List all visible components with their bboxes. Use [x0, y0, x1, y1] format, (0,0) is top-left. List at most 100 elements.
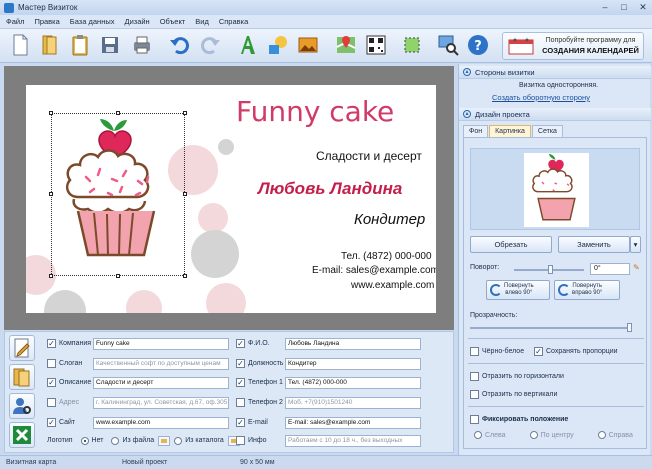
rotation-slider-thumb[interactable] [548, 265, 553, 274]
card-company[interactable]: Funny cake [236, 95, 394, 128]
company-field[interactable]: Funny cake [93, 338, 229, 350]
card-person-name[interactable]: Любовь Ландина [258, 179, 402, 199]
calendar-promo-button[interactable]: Попробуйте программу для СОЗДАНИЯ КАЛЕНД… [502, 32, 644, 60]
card-phone[interactable]: Тел. (4872) 000-000 [341, 251, 432, 262]
maximize-button[interactable]: □ [618, 1, 630, 13]
fix-left-radio[interactable] [474, 431, 482, 439]
clipboard-icon[interactable] [68, 33, 92, 57]
fullname-checkbox[interactable]: ✓ [236, 339, 245, 348]
card-email[interactable]: E-mail: sales@example.com [312, 265, 436, 276]
tab-grid[interactable]: Сетка [531, 125, 563, 137]
phone1-field[interactable]: Тел. (4872) 000-000 [285, 377, 421, 389]
map-icon[interactable] [334, 33, 358, 57]
site-checkbox[interactable]: ✓ [47, 418, 56, 427]
description-checkbox[interactable]: ✓ [47, 378, 56, 387]
email-checkbox[interactable]: ✓ [236, 418, 245, 427]
email-field[interactable]: E-mail: sales@example.com [285, 417, 421, 429]
new-document-icon[interactable] [8, 33, 32, 57]
minimize-button[interactable]: – [599, 1, 611, 13]
phone1-checkbox[interactable]: ✓ [236, 378, 245, 387]
zoom-icon[interactable] [436, 33, 460, 57]
description-field[interactable]: Сладости и десерт [93, 377, 229, 389]
fullname-field[interactable]: Любовь Ландина [285, 338, 421, 350]
card-position[interactable]: Кондитер [354, 211, 425, 228]
phone2-checkbox[interactable] [236, 398, 245, 407]
text-icon[interactable] [236, 33, 260, 57]
address-field[interactable]: г. Калининград, ул. Советская, д.67, оф.… [93, 397, 229, 409]
slogan-field[interactable]: Качественный софт по доступным ценам [93, 358, 229, 370]
position-field[interactable]: Кондитер [285, 358, 421, 370]
menu-design[interactable]: Дизайн [124, 17, 149, 26]
menu-database[interactable]: База данных [70, 17, 115, 26]
logo-file-radio[interactable] [111, 436, 120, 445]
templates-icon[interactable] [9, 364, 35, 390]
design-header[interactable]: ▴ Дизайн проекта [459, 108, 651, 121]
image-icon[interactable] [296, 33, 320, 57]
flip-vertical-checkbox[interactable] [470, 389, 479, 399]
menu-view[interactable]: Вид [195, 17, 209, 26]
redo-icon[interactable] [198, 33, 222, 57]
shapes-icon[interactable] [266, 33, 290, 57]
site-field[interactable]: www.example.com [93, 417, 229, 429]
qr-code-icon[interactable] [364, 33, 388, 57]
help-icon[interactable]: ? [466, 33, 490, 57]
cupcake-thumbnail-icon [532, 153, 576, 221]
menu-file[interactable]: Файл [6, 17, 24, 26]
menu-edit[interactable]: Правка [34, 17, 59, 26]
resize-handle[interactable] [49, 192, 53, 196]
edit-card-icon[interactable] [9, 335, 35, 361]
crop-icon[interactable] [400, 33, 424, 57]
info-field[interactable]: Работаем с 10 до 18 ч., без выходных [285, 435, 421, 447]
resize-handle[interactable] [183, 274, 187, 278]
print-icon[interactable] [130, 33, 154, 57]
rotate-right-label1: Повернуть [572, 283, 602, 289]
pencil-icon[interactable]: ✎ [633, 263, 643, 273]
company-checkbox[interactable]: ✓ [47, 339, 56, 348]
resize-handle[interactable] [49, 274, 53, 278]
slogan-checkbox[interactable] [47, 359, 56, 368]
menu-object[interactable]: Объект [160, 17, 186, 26]
logo-none-radio[interactable] [80, 436, 89, 445]
close-button[interactable]: ✕ [637, 1, 649, 13]
replace-button[interactable]: Заменить [558, 236, 630, 253]
open-folder-icon[interactable] [38, 33, 62, 57]
resize-handle[interactable] [49, 111, 53, 115]
transparency-slider[interactable] [470, 327, 632, 329]
database-icon[interactable] [9, 393, 35, 419]
resize-handle[interactable] [116, 111, 120, 115]
info-checkbox[interactable] [236, 436, 245, 445]
tab-background[interactable]: Фон [463, 125, 489, 137]
fix-center-radio[interactable] [529, 431, 538, 439]
sides-header[interactable]: ▴ Стороны визитки [459, 66, 651, 79]
business-card[interactable]: Funny cake Сладости и десерт Любовь Ланд… [26, 85, 436, 313]
collapse-icon: ▴ [463, 110, 471, 118]
sides-header-label: Стороны визитки [475, 67, 535, 77]
address-checkbox[interactable] [47, 398, 56, 407]
position-checkbox[interactable]: ✓ [236, 359, 245, 368]
logo-catalog-radio[interactable] [174, 436, 183, 445]
flip-vertical-label: Отразить по вертикали [482, 390, 558, 398]
rotate-left-button[interactable]: Повернуть влево 90° [486, 280, 550, 300]
fix-right-radio[interactable] [597, 431, 606, 439]
rotate-right-button[interactable]: Повернуть вправо 90° [554, 280, 620, 300]
keep-ratio-checkbox[interactable]: ✓ [534, 346, 543, 356]
resize-handle[interactable] [116, 274, 120, 278]
excel-icon[interactable] [9, 422, 35, 448]
transparency-slider-thumb[interactable] [627, 323, 632, 332]
card-slogan[interactable]: Сладости и десерт [316, 149, 422, 163]
fix-position-checkbox[interactable] [470, 414, 479, 424]
phone2-field[interactable]: Моб. +7(910)1501240 [285, 397, 421, 409]
rotation-input[interactable]: 0° [590, 263, 630, 275]
bw-checkbox[interactable] [470, 346, 479, 356]
resize-handle[interactable] [183, 111, 187, 115]
crop-button[interactable]: Обрезать [470, 236, 552, 253]
flip-horizontal-checkbox[interactable] [470, 371, 479, 381]
save-icon[interactable] [98, 33, 122, 57]
menu-help[interactable]: Справка [219, 17, 248, 26]
create-back-side-link[interactable]: Создать оборотную сторону [492, 93, 590, 102]
resize-handle[interactable] [183, 192, 187, 196]
undo-icon[interactable] [168, 33, 192, 57]
card-site[interactable]: www.example.com [351, 280, 434, 291]
logo-file-browse-button[interactable] [158, 435, 171, 446]
replace-dropdown-button[interactable]: ▾ [630, 236, 641, 253]
